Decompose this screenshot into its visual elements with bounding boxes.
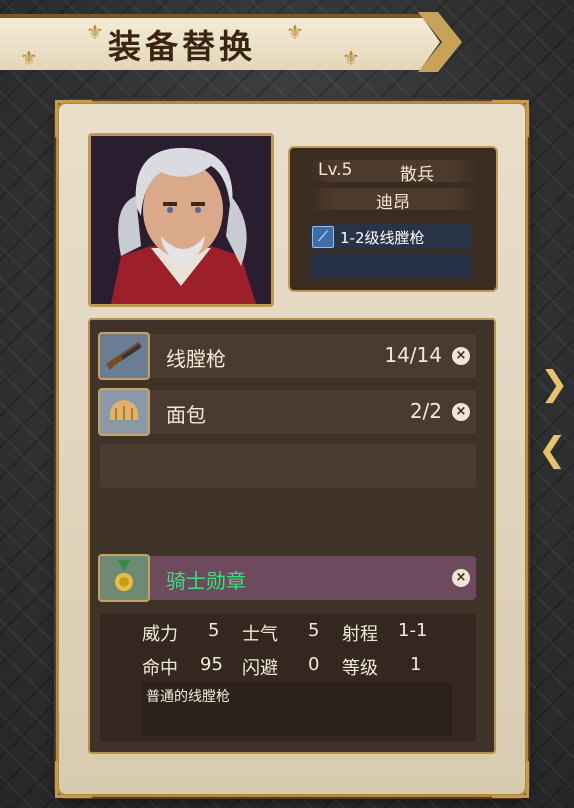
fleur-de-lis-icon: ⚜ <box>86 20 104 44</box>
empty-item-slot[interactable] <box>100 444 476 488</box>
chevron-right-icon[interactable]: ❯ <box>540 364 569 404</box>
item-row-bread[interactable]: 面包 2/2 × <box>98 388 476 436</box>
stat-hit-value: 95 <box>200 654 223 675</box>
stat-power-label: 威力 <box>142 624 178 645</box>
item-durability: 14/14 <box>384 343 442 367</box>
item-name: 面包 <box>166 403 206 427</box>
character-class: 散兵 <box>400 165 434 185</box>
panel-corner-ornament <box>492 761 529 798</box>
item-row-accessory[interactable]: 骑士勋章 × <box>98 554 476 602</box>
remove-accessory-button[interactable]: × <box>452 569 470 587</box>
character-name: 迪昂 <box>376 193 410 213</box>
stat-rank-value: 1 <box>410 654 422 675</box>
rifle-icon: ⟋ <box>312 226 334 248</box>
character-info-box: Lv.5 散兵 迪昂 ⟋ 1-2级线膛枪 <box>288 146 498 292</box>
remove-item-button[interactable]: × <box>452 347 470 365</box>
panel-corner-ornament <box>55 761 92 798</box>
empty-badge-slot <box>310 254 472 278</box>
stat-morale-value: 5 <box>308 620 320 641</box>
weapon-type-label: 1-2级线膛枪 <box>340 229 425 247</box>
stat-range-value: 1-1 <box>398 620 428 641</box>
weapon-type-badge: ⟋ 1-2级线膛枪 <box>310 224 472 250</box>
character-portrait <box>88 133 274 307</box>
bread-icon <box>98 388 150 436</box>
accessory-name: 骑士勋章 <box>166 569 246 593</box>
equipment-list: 线膛枪 14/14 × 面包 2/2 × 骑士勋章 × 威力 5 士气 5 射程… <box>88 318 496 754</box>
rifle-icon <box>98 332 150 380</box>
fleur-de-lis-icon: ⚜ <box>286 20 304 44</box>
stat-evade-label: 闪避 <box>242 658 278 679</box>
item-row-rifle[interactable]: 线膛枪 14/14 × <box>98 332 476 380</box>
stat-evade-value: 0 <box>308 654 320 675</box>
remove-item-button[interactable]: × <box>452 403 470 421</box>
level-class-row: Lv.5 散兵 <box>308 160 478 185</box>
stat-rank-label: 等级 <box>342 658 378 679</box>
panel-corner-ornament <box>492 100 529 137</box>
panel-corner-ornament <box>55 100 92 137</box>
item-name: 线膛枪 <box>166 347 226 371</box>
stat-power-value: 5 <box>208 620 220 641</box>
stat-range-label: 射程 <box>342 624 378 645</box>
name-row: 迪昂 <box>308 188 478 213</box>
fleur-de-lis-icon: ⚜ <box>20 46 38 70</box>
page-title: 装备替换 <box>108 27 256 66</box>
stat-hit-label: 命中 <box>142 658 178 679</box>
item-durability: 2/2 <box>409 399 442 423</box>
fleur-de-lis-icon: ⚜ <box>342 46 360 70</box>
medal-icon <box>98 554 150 602</box>
chevron-left-icon[interactable]: ❮ <box>538 430 567 470</box>
weapon-stats-box: 威力 5 士气 5 射程 1-1 命中 95 闪避 0 等级 1 普通的线膛枪 <box>100 614 476 742</box>
stat-morale-label: 士气 <box>242 624 278 645</box>
character-level: Lv.5 <box>318 160 353 180</box>
portrait-image <box>91 136 271 304</box>
weapon-description: 普通的线膛枪 <box>146 689 230 705</box>
